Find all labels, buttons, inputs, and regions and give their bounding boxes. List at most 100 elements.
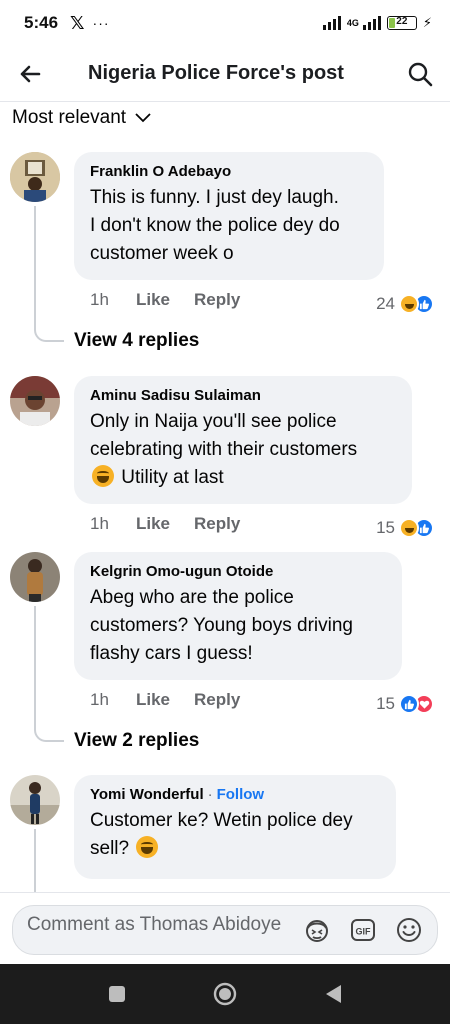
comment-time: 1h (90, 290, 109, 309)
emoji-icon (397, 918, 421, 942)
avatar-sticker-icon (306, 920, 328, 942)
signal-icon (322, 16, 341, 30)
search-button[interactable] (402, 56, 438, 92)
reaction-summary[interactable]: 15 (376, 516, 434, 540)
comment-line: sell? (90, 835, 380, 863)
avatar-image (10, 152, 60, 202)
status-time: 5:46 (24, 13, 59, 32)
svg-text:GIF: GIF (356, 927, 372, 937)
more-notifications-icon: ··· (92, 15, 110, 31)
thread-elbow (34, 322, 64, 342)
comment-bubble[interactable]: Aminu Sadisu Sulaiman Only in Naija you'… (74, 376, 412, 504)
reaction-summary[interactable]: 15 (376, 692, 434, 716)
comment-author[interactable]: Aminu Sadisu Sulaiman (90, 386, 396, 406)
comment-line: flashy cars I guess! (90, 643, 253, 664)
comment-line-text: Utility at last (121, 467, 224, 488)
home-icon (213, 982, 237, 1006)
page-title: Nigeria Police Force's post (88, 62, 344, 84)
charging-icon: ⚡ (422, 15, 432, 30)
reaction-summary[interactable]: 24 (376, 292, 434, 316)
comment-line: customer week o (90, 243, 234, 264)
like-button[interactable]: Like (136, 690, 194, 710)
recents-icon (109, 986, 125, 1002)
comment-line: I don't know the police dey do (90, 215, 340, 236)
avatar[interactable] (10, 775, 60, 825)
reaction-count: 15 (376, 518, 395, 537)
avatar[interactable] (10, 152, 60, 202)
gif-icon: GIF (351, 919, 375, 941)
comment-input[interactable]: Comment as Thomas Abidoye GIF (12, 905, 438, 955)
comment-input-placeholder: Comment as Thomas Abidoye (27, 914, 282, 935)
thread-line (34, 206, 36, 326)
composer-icons: GIF (301, 914, 425, 946)
x-app-icon: 𝕏 (70, 12, 85, 33)
status-bar: 5:46 𝕏 ··· 4G 22 ⚡ (0, 0, 450, 46)
comment-text: Only in Naija you'll see police celebrat… (90, 408, 396, 492)
comment-author[interactable]: Yomi Wonderful (90, 786, 204, 803)
app-header: Nigeria Police Force's post (0, 46, 450, 102)
signal-icon-2 (362, 16, 381, 30)
battery-percent: 22 (396, 16, 408, 27)
thread-line (34, 606, 36, 726)
home-button[interactable] (211, 980, 239, 1008)
back-button[interactable] (0, 46, 60, 102)
back-arrow-icon (20, 65, 41, 82)
thread-elbow (34, 722, 64, 742)
reply-button[interactable]: Reply (194, 514, 240, 534)
reaction-count: 24 (376, 294, 395, 313)
reply-button[interactable]: Reply (194, 290, 240, 310)
comment-line: Utility at last (90, 464, 396, 492)
haha-reaction-icon (399, 294, 419, 314)
comment-line: This is funny. I just dey laugh. (90, 187, 339, 208)
separator-dot: · (207, 786, 213, 803)
comment-actions: 1h Like Reply (90, 512, 240, 536)
avatar-image (10, 775, 60, 825)
comment-line-text: sell? (90, 838, 130, 859)
chevron-down-icon (135, 113, 151, 123)
sort-label: Most relevant (12, 107, 127, 128)
avatar[interactable] (10, 552, 60, 602)
back-nav-button[interactable] (319, 980, 347, 1008)
sort-dropdown[interactable]: Most relevant (12, 104, 152, 132)
comment-time: 1h (90, 514, 109, 533)
view-replies-link[interactable]: View 4 replies (74, 330, 199, 352)
avatar-image (10, 376, 60, 426)
like-reaction-icon (399, 694, 419, 714)
comment-composer: Comment as Thomas Abidoye GIF (0, 892, 450, 964)
view-replies-link[interactable]: View 2 replies (74, 730, 199, 752)
avatar-image (10, 552, 60, 602)
recents-button[interactable] (103, 980, 131, 1008)
comment-text: Abeg who are the police customers? Young… (90, 584, 386, 668)
reaction-count: 15 (376, 694, 395, 713)
emoji-button[interactable] (393, 914, 425, 946)
comment-line: Only in Naija you'll see police (90, 411, 337, 432)
comment-bubble[interactable]: Yomi Wonderful · Follow Customer ke? Wetin… (74, 775, 396, 879)
comment-actions: 1h Like Reply (90, 288, 240, 312)
comment-line: customers? Young boys driving (90, 615, 353, 636)
comment-text: Customer ke? Wetin police dey sell? (90, 807, 380, 863)
haha-reaction-icon (399, 518, 419, 538)
like-button[interactable]: Like (136, 514, 194, 534)
comment-bubble[interactable]: Franklin O Adebayo This is funny. I just… (74, 152, 384, 280)
comment-bubble[interactable]: Kelgrin Omo-ugun Otoide Abeg who are the… (74, 552, 402, 680)
gif-button[interactable]: GIF (347, 914, 379, 946)
back-triangle-icon (326, 985, 341, 1003)
comment-line: Customer ke? Wetin police dey (90, 810, 353, 831)
avatar-sticker-button[interactable] (301, 914, 333, 946)
network-type: 4G (346, 17, 359, 28)
battery-icon: 22 (386, 16, 417, 30)
comment-line: celebrating with their customers (90, 439, 358, 460)
comment-actions: 1h Like Reply (90, 688, 240, 712)
reply-button[interactable]: Reply (194, 690, 240, 710)
search-icon (408, 62, 433, 87)
comment-author[interactable]: Kelgrin Omo-ugun Otoide (90, 562, 386, 582)
android-nav-bar (0, 964, 450, 1024)
avatar[interactable] (10, 376, 60, 426)
comment-line: Abeg who are the police (90, 587, 294, 608)
comment-author[interactable]: Franklin O Adebayo (90, 162, 368, 182)
follow-button[interactable]: Follow (217, 786, 265, 803)
laughing-emoji-icon (92, 465, 114, 487)
like-button[interactable]: Like (136, 290, 194, 310)
laughing-emoji-icon (136, 836, 159, 858)
comment-text: This is funny. I just dey laugh. I don't… (90, 184, 368, 268)
